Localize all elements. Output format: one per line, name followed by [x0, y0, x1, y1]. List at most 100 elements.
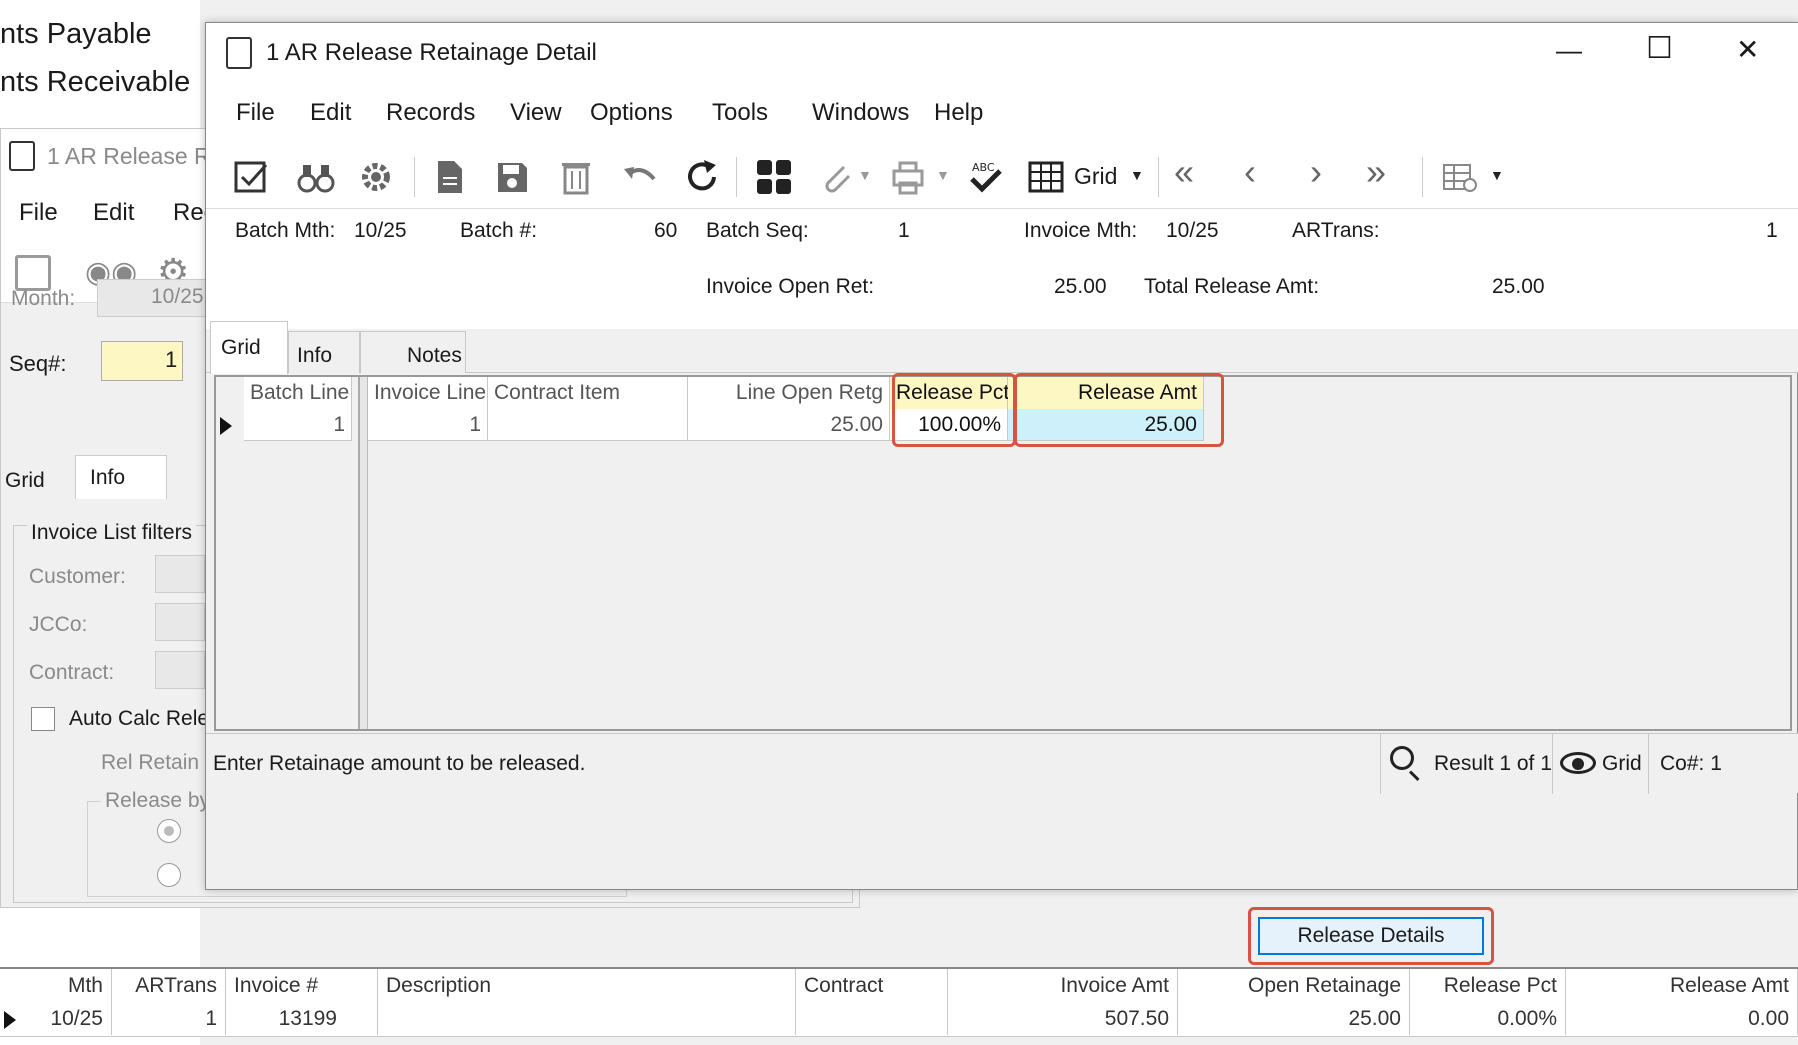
menu-options[interactable]: Options	[590, 83, 673, 143]
menu-windows[interactable]: Windows	[812, 83, 909, 143]
module-item-payable[interactable]: nts Payable	[0, 18, 152, 51]
col-batch-line[interactable]: Batch Line	[244, 377, 352, 409]
layout-settings-icon[interactable]	[1438, 155, 1482, 199]
tab-grid[interactable]: Grid	[210, 321, 288, 374]
edit-icon[interactable]	[15, 255, 51, 291]
release-details-button[interactable]: Release Details	[1258, 917, 1484, 955]
release-by-radio-1[interactable]	[157, 819, 181, 843]
edit-icon[interactable]	[230, 155, 274, 199]
col-invoice-line[interactable]: Invoice Line	[368, 377, 488, 409]
save-icon[interactable]	[490, 155, 534, 199]
col-invoice-amt[interactable]: Invoice Amt	[948, 969, 1178, 1003]
jcco-field[interactable]	[155, 603, 205, 641]
tab-grid-label: Grid	[221, 336, 261, 359]
back-tab-grid[interactable]: Grid	[5, 469, 45, 493]
cell-artrans[interactable]: 1	[112, 1003, 226, 1035]
menu-records[interactable]: Records	[386, 83, 475, 143]
col-artrans[interactable]: ARTrans	[112, 969, 226, 1003]
release-pct-highlight	[892, 373, 1016, 447]
first-record-icon[interactable]: «	[1174, 151, 1194, 193]
col-line-open-retg[interactable]: Line Open Retg	[688, 377, 890, 409]
attachment-icon[interactable]	[814, 155, 858, 199]
col-invoice-no[interactable]: Invoice #	[226, 969, 378, 1003]
contract-field[interactable]	[155, 651, 205, 689]
settings-icon[interactable]	[354, 155, 398, 199]
last-record-icon[interactable]: »	[1366, 151, 1386, 193]
col-contract-item[interactable]: Contract Item	[488, 377, 688, 409]
release-retainage-detail-window: 1 AR Release Retainage Detail — ☐ ✕ File…	[205, 22, 1798, 890]
total-release-value: 25.00	[1492, 275, 1545, 298]
cell-mth[interactable]: 10/25	[32, 1003, 112, 1035]
previous-record-icon[interactable]: ‹	[1244, 151, 1256, 193]
cell-invoice-amt[interactable]: 507.50	[948, 1003, 1178, 1035]
col-mth[interactable]: Mth	[32, 969, 112, 1003]
batch-mth-label: Batch Mth:	[235, 219, 336, 242]
minimize-button[interactable]: —	[1556, 35, 1582, 66]
release-by-radio-2[interactable]	[157, 863, 181, 887]
menu-edit[interactable]: Edit	[310, 83, 351, 143]
grid-view-label[interactable]: Grid	[1074, 163, 1117, 190]
delete-icon[interactable]	[554, 155, 598, 199]
binoculars-icon[interactable]	[294, 155, 338, 199]
cell-description[interactable]	[378, 1003, 796, 1035]
col-description[interactable]: Description	[378, 969, 796, 1003]
layout-dropdown-icon[interactable]: ▼	[1490, 167, 1504, 183]
col-contract[interactable]: Contract	[796, 969, 948, 1003]
cell-batch-line[interactable]: 1	[244, 409, 352, 441]
cell-open-retainage[interactable]: 25.00	[1178, 1003, 1410, 1035]
back-tab-info-label: Info	[90, 466, 126, 489]
menu-help[interactable]: Help	[934, 83, 983, 143]
invoice-mth-value: 10/25	[1166, 219, 1219, 242]
attachment-dropdown-icon[interactable]: ▼	[858, 167, 872, 183]
cell-invoice-no[interactable]: 13199	[226, 1003, 378, 1035]
row-pointer-icon	[4, 1011, 16, 1029]
menu-view[interactable]: View	[510, 83, 562, 143]
total-release-label: Total Release Amt:	[1144, 275, 1320, 298]
cell-release-amt[interactable]: 0.00	[1566, 1003, 1798, 1035]
cell-release-pct[interactable]: 0.00%	[1410, 1003, 1566, 1035]
result-count: Result 1 of 1	[1434, 752, 1552, 775]
form-icon	[226, 37, 252, 69]
grid-dropdown-icon[interactable]: ▼	[1130, 167, 1144, 183]
calculator-icon[interactable]	[752, 155, 796, 199]
menu-tools[interactable]: Tools	[712, 83, 768, 143]
customer-label: Customer:	[29, 565, 126, 588]
back-menu-edit[interactable]: Edit	[93, 199, 134, 227]
cell-contract-item[interactable]	[488, 409, 688, 441]
rel-retain-label: Rel Retain	[101, 751, 200, 774]
new-document-icon[interactable]	[428, 155, 472, 199]
print-icon[interactable]	[886, 155, 930, 199]
auto-calc-checkbox[interactable]	[31, 707, 55, 731]
batch-seq-label: Batch Seq:	[706, 219, 809, 242]
cell-contract[interactable]	[796, 1003, 948, 1035]
toolbar-separator	[414, 157, 415, 197]
jcco-label: JCCo:	[29, 613, 88, 636]
cell-line-open-retg[interactable]: 25.00	[688, 409, 890, 441]
col-release-amt[interactable]: Release Amt	[1566, 969, 1798, 1003]
invoice-open-ret-label: Invoice Open Ret:	[706, 275, 875, 298]
next-record-icon[interactable]: ›	[1310, 151, 1322, 193]
menu-file[interactable]: File	[236, 83, 275, 143]
module-item-receivable[interactable]: nts Receivable	[0, 66, 190, 99]
view-mode-label[interactable]: Grid	[1602, 752, 1642, 776]
col-release-pct[interactable]: Release Pct	[1410, 969, 1566, 1003]
refresh-icon[interactable]	[680, 155, 724, 199]
close-button[interactable]: ✕	[1736, 33, 1759, 66]
undo-icon[interactable]	[618, 155, 662, 199]
menu-bar: File Edit Records View Options Tools Win…	[206, 83, 1798, 143]
tab-notes[interactable]: Notes	[360, 331, 466, 373]
tab-info[interactable]: Info	[288, 331, 360, 373]
batch-seq-value: 1	[898, 219, 910, 242]
batch-mth-value: 10/25	[354, 219, 407, 242]
print-dropdown-icon[interactable]: ▼	[936, 167, 950, 183]
customer-field[interactable]	[155, 555, 205, 593]
cell-invoice-line[interactable]: 1	[368, 409, 488, 441]
col-open-retainage[interactable]: Open Retainage	[1178, 969, 1410, 1003]
spellcheck-icon[interactable]: ABC	[964, 155, 1008, 199]
toolbar-separator	[1158, 157, 1159, 197]
search-icon[interactable]	[1390, 746, 1414, 770]
back-menu-file[interactable]: File	[19, 199, 58, 227]
back-tab-info[interactable]: Info	[75, 455, 167, 499]
maximize-button[interactable]: ☐	[1646, 31, 1673, 66]
grid-icon[interactable]	[1024, 155, 1068, 199]
